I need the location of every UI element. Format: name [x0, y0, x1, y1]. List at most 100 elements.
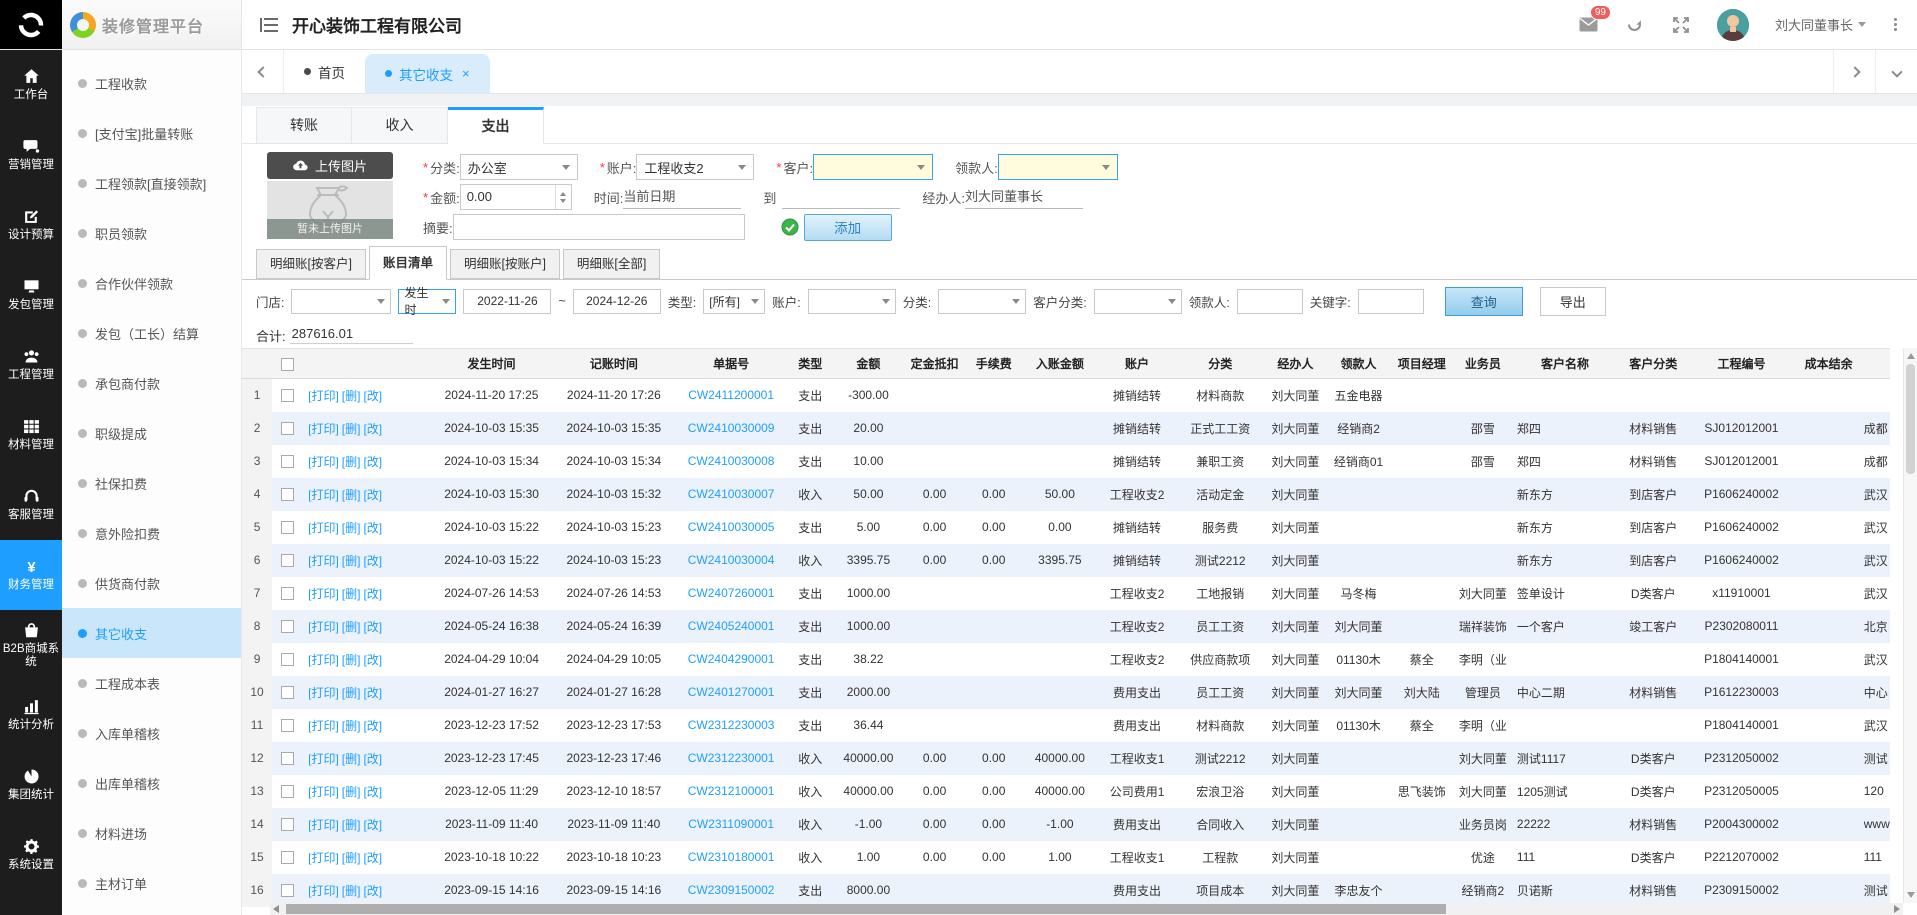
custcat-select[interactable]	[1094, 289, 1182, 314]
sidebar-item-6[interactable]: 承包商付款	[62, 358, 241, 408]
time-value[interactable]: 当前日期	[623, 185, 741, 209]
date-from-input[interactable]: 2022-11-26	[463, 289, 551, 314]
row-checkbox[interactable]	[281, 653, 294, 666]
category-select[interactable]: 办公室	[460, 154, 578, 180]
tab-other-income-expense[interactable]: 其它收支 ×	[365, 54, 490, 93]
keyword-input[interactable]	[1358, 289, 1424, 314]
amount-stepper[interactable]	[555, 185, 571, 209]
action-link[interactable]: [打印]	[308, 653, 339, 667]
rail-item-users[interactable]: 工程管理	[0, 330, 62, 400]
subtab-明细账[按账户][interactable]: 明细账[按账户]	[450, 249, 560, 279]
action-link[interactable]: [改]	[363, 620, 382, 634]
date-field-select[interactable]: 发生时	[398, 289, 456, 314]
fullscreen-button[interactable]	[1671, 15, 1691, 35]
action-link[interactable]: [打印]	[308, 719, 339, 733]
rail-item-edit[interactable]: 设计预算	[0, 190, 62, 260]
sidebar-item-5[interactable]: 发包（工长）结算	[62, 308, 241, 358]
summary-input[interactable]	[453, 214, 745, 240]
tabs-scroll-left-button[interactable]	[242, 50, 284, 93]
cell-link[interactable]: CW2310180001	[675, 841, 787, 874]
rail-item-yen[interactable]: ¥财务管理	[0, 540, 62, 610]
rail-item-monitor[interactable]: 发包管理	[0, 260, 62, 330]
action-link[interactable]: [删]	[342, 554, 361, 568]
action-link[interactable]: [改]	[363, 554, 382, 568]
customer-select[interactable]	[813, 154, 933, 180]
scroll-down-arrow-icon[interactable]	[1907, 892, 1915, 898]
rail-item-headset[interactable]: 客服管理	[0, 470, 62, 540]
sidebar-item-9[interactable]: 意外险扣费	[62, 508, 241, 558]
action-link[interactable]: [删]	[342, 752, 361, 766]
action-link[interactable]: [打印]	[308, 422, 339, 436]
tab-close-icon[interactable]: ×	[462, 66, 470, 81]
select-all-checkbox[interactable]	[281, 358, 294, 371]
cell-link[interactable]: CW2312100001	[675, 775, 787, 808]
account-filter-select[interactable]	[808, 289, 896, 314]
add-button[interactable]: 添加	[804, 214, 892, 241]
rail-item-gear[interactable]: 系统设置	[0, 820, 62, 890]
cell-link[interactable]: CW2404290001	[675, 643, 787, 676]
action-link[interactable]: [删]	[342, 389, 361, 403]
store-select[interactable]	[291, 289, 391, 314]
rail-item-bag[interactable]: B2B商城系统	[0, 610, 62, 680]
action-link[interactable]: [改]	[363, 488, 382, 502]
tabs-list-button[interactable]	[1875, 50, 1917, 93]
rail-item-pie[interactable]: 集团统计	[0, 750, 62, 820]
query-button[interactable]: 查询	[1445, 287, 1523, 316]
action-link[interactable]: [打印]	[308, 818, 339, 832]
cell-link[interactable]: CW2410030009	[675, 412, 787, 445]
action-link[interactable]: [打印]	[308, 455, 339, 469]
cell-link[interactable]: CW2311090001	[675, 808, 787, 841]
action-link[interactable]: [改]	[363, 686, 382, 700]
sidebar-item-14[interactable]: 出库单稽核	[62, 758, 241, 808]
cell-link[interactable]: CW2401270001	[675, 676, 787, 709]
action-link[interactable]: [改]	[363, 455, 382, 469]
row-checkbox[interactable]	[281, 521, 294, 534]
horizontal-scrollbar[interactable]	[270, 903, 1903, 915]
row-checkbox[interactable]	[281, 422, 294, 435]
cell-link[interactable]: CW2309150002	[675, 874, 787, 907]
account-select[interactable]: 工程收支2	[636, 154, 754, 180]
action-link[interactable]: [改]	[363, 653, 382, 667]
subtab-明细账[按客户][interactable]: 明细账[按客户]	[256, 249, 366, 279]
sidebar-item-3[interactable]: 职员领款	[62, 208, 241, 258]
entry-tab-支出[interactable]: 支出	[448, 107, 544, 144]
cell-link[interactable]: CW2312230001	[675, 742, 787, 775]
row-checkbox[interactable]	[281, 884, 294, 897]
entry-tab-收入[interactable]: 收入	[352, 107, 448, 143]
cell-link[interactable]: CW2410030004	[675, 544, 787, 577]
entry-tab-转账[interactable]: 转账	[256, 107, 352, 143]
action-link[interactable]: [删]	[342, 719, 361, 733]
export-button[interactable]: 导出	[1540, 287, 1606, 316]
operator-value[interactable]: 刘大同董事长	[965, 185, 1083, 209]
action-link[interactable]: [删]	[342, 620, 361, 634]
action-link[interactable]: [删]	[342, 884, 361, 898]
action-link[interactable]: [打印]	[308, 521, 339, 535]
action-link[interactable]: [删]	[342, 488, 361, 502]
sidebar-item-12[interactable]: 工程成本表	[62, 658, 241, 708]
action-link[interactable]: [改]	[363, 785, 382, 799]
sidebar-item-4[interactable]: 合作伙伴领款	[62, 258, 241, 308]
action-link[interactable]: [打印]	[308, 587, 339, 601]
cell-link[interactable]: CW2405240001	[675, 610, 787, 643]
sidebar-item-16[interactable]: 主材订单	[62, 858, 241, 908]
cell-link[interactable]: CW2410030007	[675, 478, 787, 511]
sidebar-item-17[interactable]: 财务报表	[62, 908, 241, 915]
row-checkbox[interactable]	[281, 686, 294, 699]
more-menu-icon[interactable]	[1892, 16, 1899, 33]
cell-link[interactable]: CW2312230003	[675, 709, 787, 742]
action-link[interactable]: [打印]	[308, 389, 339, 403]
payee-filter-input[interactable]	[1237, 289, 1303, 314]
action-link[interactable]: [改]	[363, 851, 382, 865]
message-button[interactable]: 99	[1579, 15, 1599, 35]
type-select[interactable]: [所有]	[703, 289, 765, 314]
action-link[interactable]: [删]	[342, 422, 361, 436]
horizontal-scroll-thumb[interactable]	[286, 904, 1446, 914]
row-checkbox[interactable]	[281, 488, 294, 501]
subtab-明细账[全部][interactable]: 明细账[全部]	[563, 249, 660, 279]
action-link[interactable]: [改]	[363, 422, 382, 436]
menu-fold-icon[interactable]	[260, 18, 278, 32]
action-link[interactable]: [删]	[342, 851, 361, 865]
row-checkbox[interactable]	[281, 389, 294, 402]
action-link[interactable]: [改]	[363, 752, 382, 766]
user-menu[interactable]: 刘大同董事长	[1775, 15, 1866, 34]
